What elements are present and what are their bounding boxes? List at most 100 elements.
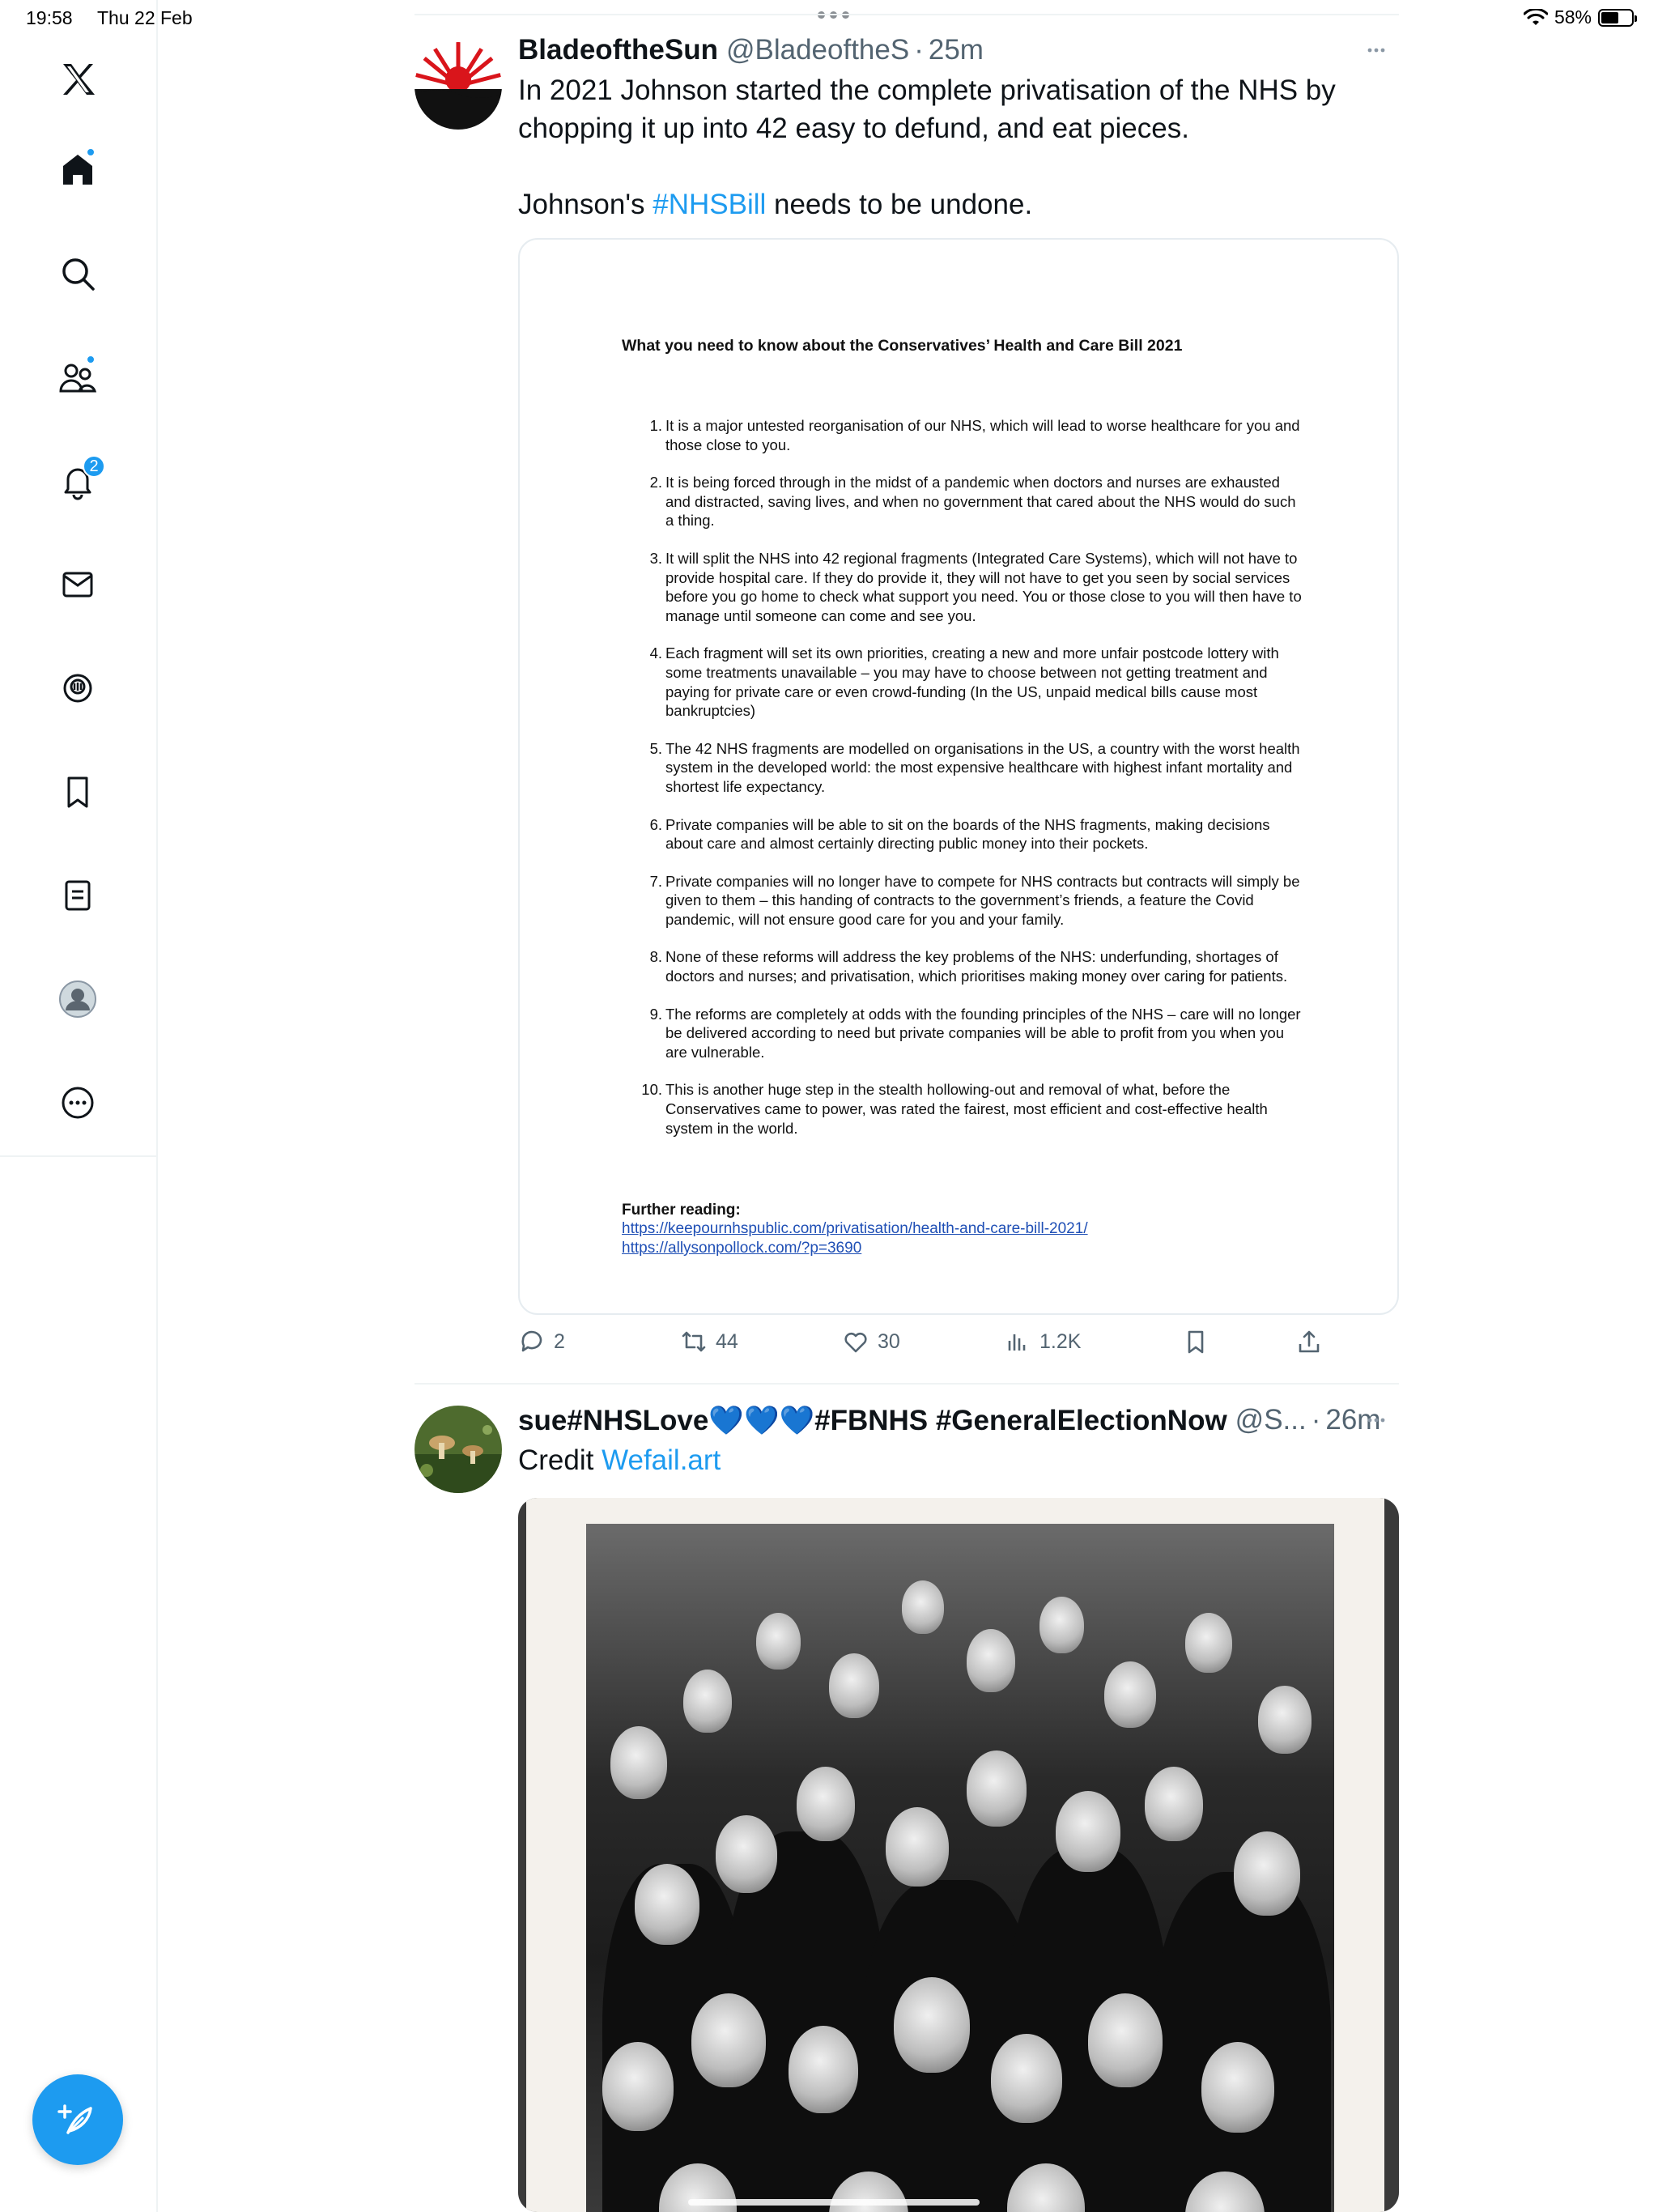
tweet-text-paragraph: In 2021 Johnson started the complete pri…: [518, 74, 1336, 144]
mail-icon: [62, 572, 93, 598]
display-name[interactable]: sue#NHSLove💙💙💙#FBNHS #GeneralElectionNow: [518, 1404, 1227, 1437]
nav-messages[interactable]: [45, 552, 110, 617]
more-circle-icon: [62, 1087, 94, 1119]
wifi-icon: [1523, 8, 1548, 25]
document-item-text: None of these reforms will address the k…: [665, 948, 1288, 985]
tweet-header: BladeoftheSun @BladeoftheS · 25m: [518, 32, 1399, 68]
bookmark-icon: [67, 776, 88, 808]
artwork-crowd-illustration: [586, 1524, 1334, 2212]
further-reading-link: https://keepournhspublic.com/privatisati…: [622, 1220, 1088, 1237]
handle[interactable]: @BladeoftheS: [726, 34, 909, 66]
document-item-text: The 42 NHS fragments are modelled on org…: [665, 739, 1300, 795]
compose-post-button[interactable]: [32, 2074, 123, 2165]
document-list-item: 5. The 42 NHS fragments are modelled on o…: [641, 739, 1305, 797]
search-icon: [62, 258, 95, 291]
nav-home[interactable]: [45, 138, 110, 202]
bookmark-button[interactable]: [1182, 1328, 1209, 1355]
document-item-number: 7.: [649, 872, 662, 890]
retweet-button[interactable]: 44: [680, 1328, 738, 1355]
tweet-text-fragment: needs to be undone.: [766, 189, 1033, 220]
document-list-item: 9. The reforms are completely at odds wit…: [641, 1005, 1305, 1062]
tweet-divider: [414, 1383, 1399, 1385]
document-item-text: It is a major untested reorganisation of…: [665, 417, 1300, 453]
nav-more[interactable]: [45, 1070, 110, 1135]
avatar[interactable]: [414, 1406, 502, 1493]
grok-icon: [63, 674, 92, 703]
reply-button[interactable]: 2: [518, 1328, 565, 1355]
document-item-text: It will split the NHS into 42 regional f…: [665, 549, 1302, 624]
share-button[interactable]: [1295, 1328, 1323, 1355]
credit-link[interactable]: Wefail.art: [602, 1444, 721, 1476]
tweet-text: Credit Wefail.art: [518, 1441, 1360, 1479]
separator: ·: [1311, 1404, 1321, 1436]
tweet-header: sue#NHSLove💙💙💙#FBNHS #GeneralElectionNow…: [518, 1402, 1399, 1438]
document-item-number: 1.: [649, 417, 662, 434]
views-button[interactable]: 1.2K: [1004, 1328, 1081, 1355]
communities-new-dot: [86, 355, 96, 364]
document-list-item: 4. Each fragment will set its own priorit…: [641, 644, 1305, 720]
nav-explore[interactable]: [45, 241, 110, 306]
nav-lists[interactable]: [45, 863, 110, 928]
list-icon: [65, 880, 91, 911]
retweet-count: 44: [716, 1329, 738, 1353]
document-item-number: 10.: [641, 1081, 662, 1099]
tweet-text: In 2021 Johnson started the complete pri…: [518, 71, 1360, 223]
tweet-image-artwork[interactable]: [518, 1498, 1399, 2212]
timestamp[interactable]: 25m: [929, 34, 984, 66]
document-title: What you need to know about the Conserva…: [622, 337, 1183, 355]
status-indicators: 58%: [1523, 6, 1637, 28]
nav-bookmarks[interactable]: [45, 759, 110, 824]
retweet-icon: [682, 1331, 706, 1352]
heart-icon: [844, 1332, 867, 1353]
home-new-dot: [86, 147, 96, 157]
tweet-text-paragraph: Johnson's #NHSBill needs to be undone.: [518, 185, 1360, 223]
display-name[interactable]: BladeoftheSun: [518, 34, 718, 66]
tweet[interactable]: BladeoftheSun @BladeoftheS · 25m In 2021…: [414, 32, 1399, 1376]
tweet[interactable]: sue#NHSLove💙💙💙#FBNHS #GeneralElectionNow…: [414, 1402, 1399, 2212]
document-list-item: 8. None of these reforms will address the…: [641, 947, 1305, 985]
document-item-text: The reforms are completely at odds with …: [665, 1005, 1301, 1061]
views-count: 1.2K: [1039, 1329, 1082, 1353]
document-item-number: 3.: [649, 549, 662, 567]
views-chart-icon: [1008, 1334, 1026, 1351]
profile-avatar-icon: [59, 981, 96, 1018]
reply-count: 2: [554, 1329, 565, 1353]
document-list-item: 10. This is another huge step in the stea…: [641, 1080, 1305, 1138]
document-item-number: 8.: [649, 948, 662, 966]
document-item-number: 5.: [649, 739, 662, 757]
more-options-icon[interactable]: [1360, 34, 1392, 66]
like-count: 30: [878, 1329, 900, 1353]
media-scroll-indicator: [688, 2199, 980, 2206]
sidebar: 2: [0, 0, 158, 2212]
timeline: BladeoftheSun @BladeoftheS · 25m In 2021…: [414, 0, 1399, 2212]
document-image: What you need to know about the Conserva…: [520, 240, 1397, 1313]
document-item-number: 2.: [649, 474, 662, 491]
further-reading: Further reading: https://keepournhspubli…: [622, 1202, 1088, 1258]
nav-notifications[interactable]: 2: [45, 449, 110, 513]
tweet-text-fragment: Johnson's: [518, 189, 653, 220]
document-item-text: It is being forced through in the midst …: [665, 474, 1296, 530]
like-button[interactable]: 30: [842, 1328, 900, 1355]
nav-profile[interactable]: [45, 967, 110, 1032]
further-reading-link: https://allysonpollock.com/?p=3690: [622, 1240, 862, 1257]
more-options-icon[interactable]: [1360, 1404, 1392, 1436]
x-logo-icon[interactable]: [45, 47, 110, 112]
nav-communities[interactable]: [45, 345, 110, 410]
document-item-number: 6.: [649, 815, 662, 833]
nav-grok[interactable]: [45, 656, 110, 721]
tweet-image-document[interactable]: What you need to know about the Conserva…: [518, 238, 1399, 1315]
tweet-actions: 2 44 30 1.2K: [518, 1328, 1399, 1363]
sidebar-divider: [0, 1155, 156, 1157]
document-list-item: 7. Private companies will no longer have …: [641, 872, 1305, 929]
share-icon: [1299, 1330, 1320, 1353]
feather-plus-icon: [57, 2104, 92, 2134]
document-item-text: Each fragment will set its own prioritie…: [665, 644, 1279, 720]
timeline-top-divider: [414, 14, 1399, 15]
avatar[interactable]: [414, 42, 502, 130]
hashtag-link[interactable]: #NHSBill: [653, 189, 766, 220]
document-list-item: 1. It is a major untested reorganisation …: [641, 416, 1305, 454]
document-item-number: 4.: [649, 644, 662, 662]
handle[interactable]: @S...: [1235, 1404, 1307, 1436]
document-list-item: 3. It will split the NHS into 42 regional…: [641, 549, 1305, 625]
document-item-text: Private companies will be able to sit on…: [665, 815, 1270, 853]
